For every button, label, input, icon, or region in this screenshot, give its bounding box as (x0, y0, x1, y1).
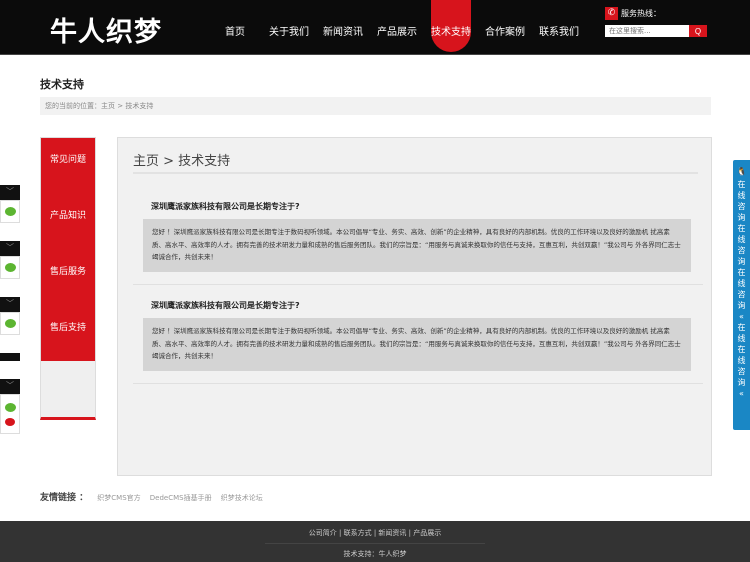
footer-copyright: 技术支持：牛人织梦 (343, 550, 407, 558)
friend-link[interactable]: 织梦技术论坛 (221, 494, 263, 502)
wechat-icon[interactable] (4, 402, 16, 412)
friend-links-label: 友情链接 ： (40, 493, 89, 503)
nav-cases[interactable]: 合作案例 (478, 0, 532, 52)
nav-contact[interactable]: 联系我们 (532, 0, 586, 52)
breadcrumb: 您的当前的位置：主页 > 技术支持 (40, 97, 711, 115)
online-consult-label[interactable]: 在线咨询 在线咨询 在线咨询 « 在线 在线咨询 « (737, 179, 746, 399)
divider (265, 543, 485, 544)
share-widget[interactable]: ﹀ (0, 241, 20, 279)
faq-answer: 您好 ！深圳鹰派家族科技有限公司是长期专注于数码视听领域。本公司倡导“专业、务实… (143, 219, 691, 272)
share-widget[interactable]: ﹀ (0, 297, 20, 335)
search-button[interactable]: Q (689, 25, 707, 37)
nav-support[interactable]: 技术支持 (431, 0, 471, 52)
friend-link[interactable]: DedeCMS插基手册 (150, 494, 212, 502)
faq-item: 深圳鹰派家族科技有限公司是长期专注于? 您好 ！深圳鹰派家族科技有限公司是长期专… (133, 188, 703, 285)
chevron-down-icon[interactable] (0, 353, 20, 361)
page-title: 技术支持 (40, 78, 84, 91)
footer-links[interactable]: 公司简介 | 联系方式 | 新闻资讯 | 产品展示 (0, 521, 750, 538)
share-widget[interactable] (0, 353, 20, 361)
share-widget[interactable]: ﹀ (0, 379, 20, 434)
share-widget[interactable]: ﹀ (0, 185, 20, 223)
friend-link[interactable]: 织梦CMS官方 (97, 494, 140, 502)
hotline: ✆ 服务热线： (605, 7, 661, 20)
hotline-label: 服务热线： (621, 9, 661, 18)
divider (133, 172, 698, 174)
sidebar: 常见问题 产品知识 售后服务 售后支持 (40, 137, 96, 420)
faq-item: 深圳鹰派家族科技有限公司是长期专注于? 您好 ！深圳鹰派家族科技有限公司是长期专… (133, 287, 703, 384)
search-box: Q (605, 25, 707, 37)
main-heading: 主页 > 技术支持 (133, 154, 231, 169)
chevron-down-icon[interactable]: ﹀ (0, 379, 20, 394)
chevron-down-icon[interactable]: ﹀ (0, 297, 20, 312)
nav-news[interactable]: 新闻资讯 (316, 0, 370, 52)
friend-links: 友情链接 ： 织梦CMS官方 DedeCMS插基手册 织梦技术论坛 (40, 490, 263, 503)
nav-home[interactable]: 首页 (208, 0, 262, 52)
wechat-icon[interactable] (4, 263, 16, 272)
online-consult-bar[interactable]: 🐧 在线咨询 在线咨询 在线咨询 « 在线 在线咨询 « (733, 160, 750, 430)
chevron-down-icon[interactable]: ﹀ (0, 241, 20, 256)
header: 牛人织梦 首页 关于我们 新闻资讯 产品展示 技术支持 合作案例 联系我们 ✆ … (0, 0, 750, 55)
sidebar-item-service[interactable]: 售后服务 (41, 250, 95, 306)
faq-question[interactable]: 深圳鹰派家族科技有限公司是长期专注于? (133, 188, 703, 219)
footer: 公司简介 | 联系方式 | 新闻资讯 | 产品展示 技术支持：牛人织梦 (0, 521, 750, 562)
main-nav: 首页 关于我们 新闻资讯 产品展示 技术支持 合作案例 联系我们 (208, 0, 586, 52)
sidebar-item-faq[interactable]: 常见问题 (41, 138, 95, 194)
qq-icon: 🐧 (736, 167, 747, 176)
main-panel: 主页 > 技术支持 深圳鹰派家族科技有限公司是长期专注于? 您好 ！深圳鹰派家族… (117, 137, 712, 476)
chevron-down-icon[interactable]: ﹀ (0, 185, 20, 200)
sidebar-item-support[interactable]: 售后支持 (41, 306, 95, 362)
search-input[interactable] (605, 25, 689, 37)
weibo-icon[interactable] (5, 417, 15, 426)
wechat-icon[interactable] (4, 319, 16, 328)
nav-about[interactable]: 关于我们 (262, 0, 316, 52)
logo[interactable]: 牛人织梦 (50, 10, 162, 49)
sidebar-item-knowledge[interactable]: 产品知识 (41, 194, 95, 250)
wechat-icon[interactable] (4, 207, 16, 216)
faq-question[interactable]: 深圳鹰派家族科技有限公司是长期专注于? (133, 287, 703, 318)
nav-products[interactable]: 产品展示 (370, 0, 424, 52)
phone-icon: ✆ (605, 7, 618, 20)
faq-answer: 您好 ！深圳鹰派家族科技有限公司是长期专注于数码视听领域。本公司倡导“专业、务实… (143, 318, 691, 371)
